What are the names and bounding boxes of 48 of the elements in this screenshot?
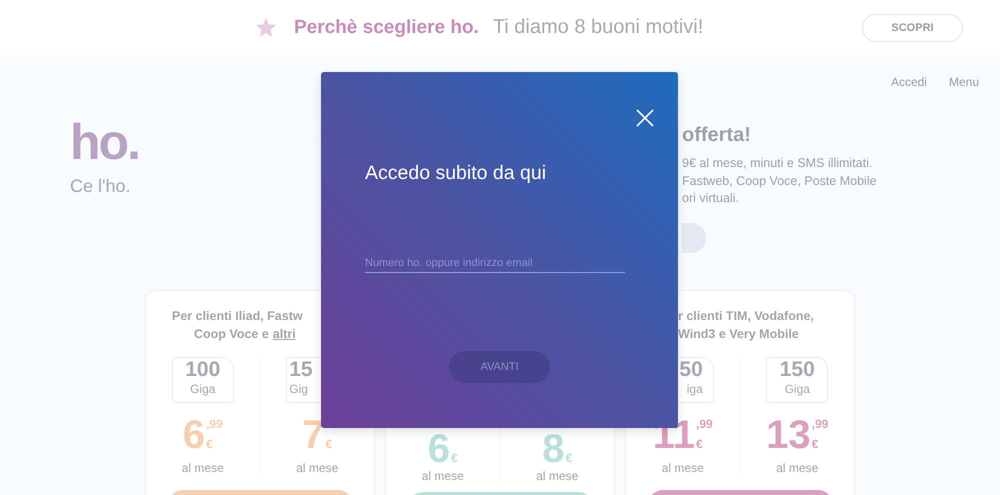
tagline: Ce l'ho. — [70, 176, 132, 197]
currency: € — [696, 437, 704, 451]
price-euros: 8 — [542, 431, 565, 467]
price-period: al mese — [182, 461, 224, 475]
dialog-title: Accedo subito da qui — [365, 161, 548, 185]
price-cents: ,99 — [812, 417, 828, 431]
plan-heading: Coop Voce e — [194, 327, 269, 341]
plan-heading: Per clienti Iliad, Fastw — [172, 309, 303, 323]
price-period: al mese — [422, 469, 464, 483]
currency: € — [566, 451, 572, 465]
currency: € — [812, 437, 820, 451]
hero-text: Fastweb, Coop Voce, Poste Mobile — [682, 172, 878, 190]
close-icon[interactable] — [636, 109, 654, 127]
price-period: al mese — [536, 469, 578, 483]
plan-heading: r clienti TIM, Vodafone, — [678, 309, 814, 323]
data-amount: 100 — [185, 358, 220, 382]
price-period: al mese — [296, 461, 338, 475]
banner-title: Perchè scegliere ho. — [294, 16, 479, 38]
data-amount: 50 — [679, 358, 703, 382]
nav-link[interactable]: Menu — [948, 75, 979, 91]
data-unit: Gig — [289, 382, 308, 396]
price-euros: 13 — [766, 417, 811, 453]
logo: ho. — [70, 118, 140, 166]
hero-text: ori virtuali. — [682, 190, 740, 207]
data-unit: iga — [686, 382, 703, 396]
currency: € — [206, 437, 214, 451]
data-unit: Giga — [190, 382, 216, 396]
hero-text: 9€ al mese, minuti e SMS illimitati. — [682, 155, 874, 172]
input-field[interactable]: Numero ho. oppure indirizzo email — [365, 257, 625, 273]
data-unit: Giga — [784, 382, 810, 396]
discover-button[interactable]: SCOPRI — [862, 14, 963, 42]
price-euros: 6 — [428, 431, 450, 467]
price-euros: 6 — [182, 417, 206, 453]
star-icon — [255, 16, 277, 38]
data-amount: 15 — [289, 358, 313, 382]
hero-heading: offerta! — [682, 124, 752, 147]
price-period: al mese — [662, 461, 704, 475]
currency: € — [326, 437, 332, 451]
banner-subtitle: Ti diamo 8 buoni motivi! — [492, 16, 704, 39]
currency: € — [451, 451, 458, 465]
price-euros: 7 — [302, 417, 325, 453]
price-cents: ,99 — [696, 417, 713, 431]
price-cents: ,99 — [206, 417, 223, 431]
price-period: al mese — [776, 461, 818, 475]
plan-heading: Wind3 e Very Mobile — [678, 327, 799, 341]
more-link[interactable]: altri — [272, 327, 296, 341]
data-amount: 150 — [780, 358, 815, 382]
nav-link[interactable]: Accedi — [890, 75, 927, 91]
